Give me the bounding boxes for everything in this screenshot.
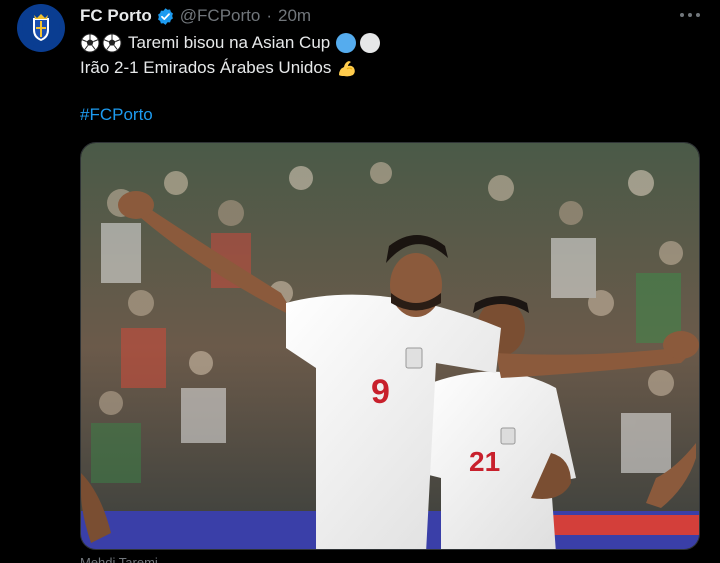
flexed-biceps-icon bbox=[339, 61, 356, 77]
tweet-text-1: Taremi bisou na Asian Cup bbox=[128, 33, 331, 52]
tweet-text-line-1: Taremi bisou na Asian Cup bbox=[80, 32, 381, 54]
author-name[interactable]: FC Porto bbox=[80, 6, 152, 26]
author-handle[interactable]: @FCPorto bbox=[180, 6, 261, 26]
football-celebration-photo: 21 9 bbox=[81, 143, 699, 549]
tweet-header: FC Porto @FCPorto · 20m bbox=[80, 5, 311, 27]
svg-text:21: 21 bbox=[469, 446, 500, 477]
more-options-button[interactable] bbox=[680, 9, 700, 21]
tweet-text-2: Irão 2-1 Emirados Árabes Unidos bbox=[80, 58, 332, 77]
fc-porto-crest-icon bbox=[22, 9, 60, 47]
tweet-text-line-2: Irão 2-1 Emirados Árabes Unidos bbox=[80, 57, 358, 79]
hashtag-link[interactable]: #FCPorto bbox=[80, 104, 153, 126]
more-dot-icon bbox=[688, 13, 692, 17]
svg-text:9: 9 bbox=[371, 373, 390, 411]
white-circle-icon bbox=[360, 33, 381, 53]
soccer-ball-icon bbox=[80, 33, 100, 53]
header-separator: · bbox=[266, 6, 273, 25]
more-dot-icon bbox=[696, 13, 700, 17]
blue-circle-icon bbox=[336, 33, 357, 53]
tweet[interactable]: FC Porto @FCPorto · 20m Taremi bisou na … bbox=[0, 0, 720, 563]
avatar[interactable] bbox=[17, 4, 65, 52]
media-caption: Mehdi Taremi bbox=[80, 555, 158, 563]
tweet-media-photo[interactable]: 21 9 bbox=[80, 142, 700, 550]
tweet-timestamp[interactable]: 20m bbox=[278, 6, 311, 26]
more-dot-icon bbox=[680, 13, 684, 17]
verified-badge-icon bbox=[156, 7, 175, 26]
soccer-ball-icon bbox=[102, 33, 122, 53]
